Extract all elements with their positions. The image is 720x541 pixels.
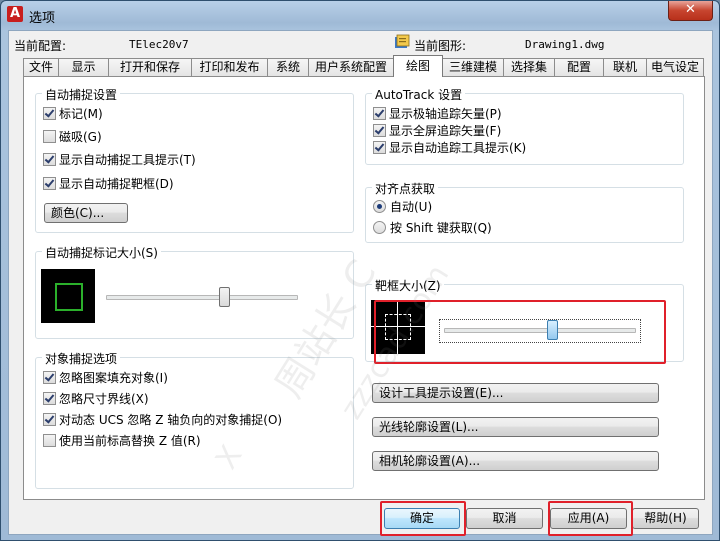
autosnap-aperture-label: 显示自动捕捉靶框(D) [59,177,174,191]
checkbox-box [373,124,386,137]
polar-vector-checkbox[interactable]: 显示极轴追踪矢量(P) [373,106,502,122]
automatic-label: 自动(U) [390,200,433,214]
magnet-checkbox[interactable]: 磁吸(G) [43,129,102,145]
marker-size-slider-thumb[interactable] [218,287,230,307]
drawing-file-icon [394,34,410,48]
tracking-tooltip-label: 显示自动追踪工具提示(K) [389,141,527,155]
apply-highlight-box [548,501,633,536]
drafting-tab-page: 自动捕捉设置 标记(M) 磁吸(G) 显示自动捕捉工具提示(T) 显示自动捕捉靶… [23,76,705,500]
shift-acquire-radio[interactable]: 按 Shift 键获取(Q) [373,220,492,236]
checkbox-box [43,392,56,405]
alignment-acquisition-title: 对齐点获取 [372,180,439,197]
automatic-radio[interactable]: 自动(U) [373,199,432,215]
autotrack-settings-title: AutoTrack 设置 [372,86,466,103]
marker-size-title: 自动捕捉标记大小(S) [42,244,161,261]
autosnap-tooltip-label: 显示自动捕捉工具提示(T) [59,153,196,167]
autosnap-tooltip-checkbox[interactable]: 显示自动捕捉工具提示(T) [43,152,196,168]
tab-online[interactable]: 联机 [603,58,647,76]
checkbox-box [43,371,56,384]
object-snap-options-title: 对象捕捉选项 [42,350,121,367]
ignore-dimext-label: 忽略尺寸界线(X) [59,392,149,406]
aperture-highlight-box [374,300,666,364]
tab-electrical-settings[interactable]: 电气设定 [646,58,704,76]
marker-size-slider-track[interactable] [106,295,298,300]
checkbox-box [43,130,56,143]
checkbox-box [373,107,386,120]
marker-label: 标记(M) [59,107,103,121]
current-profile-label: 当前配置: [14,39,67,53]
magnet-label: 磁吸(G) [59,130,102,144]
radio-circle [373,221,386,234]
ignore-hatch-checkbox[interactable]: 忽略图案填充对象(I) [43,370,168,386]
checkbox-box [43,107,56,120]
ignore-hatch-label: 忽略图案填充对象(I) [59,371,168,385]
checkbox-box [43,153,56,166]
checkbox-box [43,413,56,426]
autosnap-aperture-checkbox[interactable]: 显示自动捕捉靶框(D) [43,176,174,192]
fullscreen-vector-checkbox[interactable]: 显示全屏追踪矢量(F) [373,123,501,139]
use-elevation-checkbox[interactable]: 使用当前标高替换 Z 值(R) [43,433,201,449]
cameraglyph-settings-button[interactable]: 相机轮廓设置(A)... [372,451,659,471]
autosnap-settings-group: 自动捕捉设置 标记(M) 磁吸(G) 显示自动捕捉工具提示(T) 显示自动捕捉靶… [35,86,354,233]
checkbox-box [43,177,56,190]
object-snap-options-group: 对象捕捉选项 忽略图案填充对象(I) 忽略尺寸界线(X) 对动态 UCS 忽略 … [35,350,354,489]
tab-drafting[interactable]: 绘图 [393,55,443,77]
autocad-logo-icon: A [7,6,23,22]
autotrack-settings-group: AutoTrack 设置 显示极轴追踪矢量(P) 显示全屏追踪矢量(F) 显示自… [365,86,684,165]
current-drawing-value: Drawing1.dwg [525,38,605,51]
title-bar[interactable]: A 选项 ✕ [1,1,719,29]
marker-preview [41,269,95,323]
lightglyph-settings-button[interactable]: 光线轮廓设置(L)... [372,417,659,437]
dynamic-ucs-label: 对动态 UCS 忽略 Z 轴负向的对象捕捉(O) [59,413,283,427]
tab-plot-publish[interactable]: 打印和发布 [191,58,268,76]
alignment-acquisition-group: 对齐点获取 自动(U) 按 Shift 键获取(Q) [365,180,684,243]
checkbox-box [43,434,56,447]
help-button[interactable]: 帮助(H) [632,508,699,529]
ok-highlight-box [380,501,466,536]
shift-acquire-label: 按 Shift 键获取(Q) [390,221,492,235]
options-dialog: A 选项 ✕ 当前配置: TElec20v7 当前图形: Drawing1.dw… [0,0,720,541]
tab-system[interactable]: 系统 [267,58,309,76]
marker-size-group: 自动捕捉标记大小(S) [35,244,354,339]
design-tooltip-settings-button[interactable]: 设计工具提示设置(E)... [372,383,659,403]
dialog-client-area: 当前配置: TElec20v7 当前图形: Drawing1.dwg 文件 显示… [8,30,713,536]
radio-circle [373,200,386,213]
autosnap-settings-title: 自动捕捉设置 [42,86,121,103]
tab-user-preferences[interactable]: 用户系统配置 [308,58,394,76]
aperture-size-title: 靶框大小(Z) [372,277,444,294]
marker-checkbox[interactable]: 标记(M) [43,106,103,122]
colors-button[interactable]: 颜色(C)... [44,203,128,223]
close-button[interactable]: ✕ [668,1,713,21]
polar-vector-label: 显示极轴追踪矢量(P) [389,107,502,121]
dynamic-ucs-checkbox[interactable]: 对动态 UCS 忽略 Z 轴负向的对象捕捉(O) [43,412,282,428]
current-profile-value: TElec20v7 [129,38,189,51]
tab-3d-modeling[interactable]: 三维建模 [442,58,504,76]
fullscreen-vector-label: 显示全屏追踪矢量(F) [389,124,502,138]
current-drawing-label: 当前图形: [414,39,467,53]
tab-files[interactable]: 文件 [23,58,59,76]
checkbox-box [373,141,386,154]
window-title: 选项 [29,11,56,26]
tab-display[interactable]: 显示 [58,58,109,76]
tab-selection[interactable]: 选择集 [503,58,555,76]
snap-marker-icon [55,283,83,311]
tracking-tooltip-checkbox[interactable]: 显示自动追踪工具提示(K) [373,140,526,156]
use-elevation-label: 使用当前标高替换 Z 值(R) [59,434,201,448]
tab-open-save[interactable]: 打开和保存 [108,58,192,76]
cancel-button[interactable]: 取消 [466,508,543,529]
tab-profiles[interactable]: 配置 [554,58,604,76]
ignore-dimext-checkbox[interactable]: 忽略尺寸界线(X) [43,391,149,407]
